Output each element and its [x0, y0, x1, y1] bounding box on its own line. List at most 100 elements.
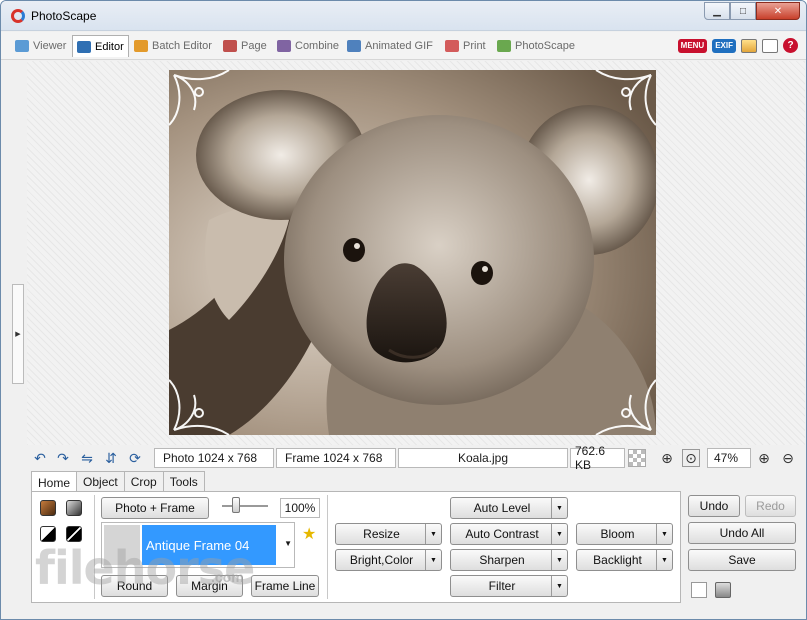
animated-gif-icon	[347, 40, 361, 52]
print-icon[interactable]	[715, 582, 731, 598]
photo-frame-button[interactable]: Photo + Frame	[101, 497, 209, 519]
tab-combine[interactable]: Combine	[273, 35, 343, 57]
close-button[interactable]: ✕	[756, 2, 800, 20]
chevron-down-icon[interactable]: ▼	[551, 524, 567, 544]
menu-button[interactable]: MENU	[677, 38, 708, 53]
frame-size-field: Frame 1024 x 768	[276, 448, 396, 468]
backlight-button[interactable]: Backlight ▼	[576, 549, 673, 571]
tab-editor[interactable]: Editor	[72, 35, 129, 57]
rotate-left-icon[interactable]: ↶	[31, 449, 49, 467]
filehorse-watermark: filehorse	[35, 541, 255, 595]
chevron-down-icon[interactable]: ▼	[425, 524, 441, 544]
photo-preview[interactable]	[169, 70, 656, 435]
combine-icon	[277, 40, 291, 52]
print-icon	[445, 40, 459, 52]
photo-size-field: Photo 1024 x 768	[154, 448, 274, 468]
zoom-level-field: 47%	[707, 448, 751, 468]
bloom-button[interactable]: Bloom ▼	[576, 523, 673, 545]
zoom-actual-icon[interactable]: ⊕	[658, 449, 676, 467]
frame-size-slider-thumb[interactable]	[232, 497, 240, 513]
chevron-down-icon[interactable]: ▼	[551, 576, 567, 596]
tab-crop[interactable]: Crop	[124, 471, 164, 492]
tab-label: Viewer	[33, 40, 67, 52]
chevron-down-icon[interactable]: ▼	[551, 498, 567, 518]
batch-editor-icon	[134, 40, 148, 52]
frame-percent-field[interactable]: 100%	[280, 498, 320, 518]
toolbar-icons: MENU EXIF ?	[677, 38, 798, 53]
new-document-icon[interactable]	[691, 582, 707, 598]
photoscape-window: PhotoScape ▁ □ ✕ Viewer Editor Batch Edi…	[0, 0, 807, 620]
maximize-button[interactable]: □	[730, 2, 756, 20]
filter-button[interactable]: Filter ▼	[450, 575, 568, 597]
editor-icon	[77, 40, 91, 53]
module-tab-bar: Viewer Editor Batch Editor Page Combine …	[1, 32, 806, 60]
title-bar: PhotoScape ▁ □ ✕	[1, 1, 806, 31]
help-icon[interactable]: ?	[783, 38, 798, 53]
undo-button[interactable]: Undo	[688, 495, 740, 517]
tab-print[interactable]: Print	[441, 35, 490, 57]
tab-object[interactable]: Object	[77, 471, 125, 492]
minimize-button[interactable]: ▁	[704, 2, 730, 20]
tab-label: Editor	[95, 40, 124, 53]
button-label: Auto Contrast	[465, 527, 539, 541]
tab-viewer[interactable]: Viewer	[11, 35, 70, 57]
tab-home[interactable]: Home	[31, 471, 78, 493]
resize-button[interactable]: Resize ▼	[335, 523, 442, 545]
chevron-down-icon[interactable]: ▼	[425, 550, 441, 570]
grayscale-preset-icon[interactable]	[66, 500, 82, 516]
negative-preset-icon[interactable]	[66, 526, 82, 542]
redo-button[interactable]: Redo	[745, 495, 796, 517]
window-title: PhotoScape	[31, 9, 97, 23]
button-label: Bright,Color	[349, 553, 414, 567]
tab-photoscape[interactable]: PhotoScape	[493, 35, 579, 57]
copy-icon[interactable]	[762, 38, 778, 53]
tab-tools[interactable]: Tools	[163, 471, 205, 492]
sidebar-collapse-handle[interactable]: ▶	[12, 284, 24, 384]
tab-animated-gif[interactable]: Animated GIF	[343, 35, 437, 57]
tab-label: PhotoScape	[515, 40, 575, 52]
tab-batch-editor[interactable]: Batch Editor	[130, 35, 216, 57]
frame-size-slider[interactable]	[222, 505, 268, 507]
black-white-preset-icon[interactable]	[40, 526, 56, 542]
chevron-down-icon[interactable]: ▼	[656, 550, 672, 570]
auto-level-button[interactable]: Auto Level ▼	[450, 497, 568, 519]
sharpen-button[interactable]: Sharpen ▼	[450, 549, 568, 571]
button-label: Backlight	[593, 553, 642, 567]
filehorse-watermark-suffix: .com	[211, 569, 244, 585]
tab-page[interactable]: Page	[219, 35, 271, 57]
button-label: Resize	[363, 527, 400, 541]
star-icon[interactable]: ★	[302, 524, 316, 544]
rotate-right-icon[interactable]: ↷	[54, 449, 72, 467]
zoom-out-icon[interactable]: ⊖	[779, 449, 797, 467]
chevron-down-icon: ▼	[284, 539, 292, 548]
viewer-icon	[15, 40, 29, 52]
frame-line-button[interactable]: Frame Line	[251, 575, 319, 597]
exif-button[interactable]: EXIF	[712, 38, 736, 53]
transparency-checker-icon	[628, 449, 646, 467]
photoscape-icon	[497, 40, 511, 52]
zoom-fit-icon[interactable]: ⊙	[682, 449, 700, 467]
filename-field: Koala.jpg	[398, 448, 568, 468]
film-strip-icon[interactable]	[741, 38, 757, 53]
tab-label: Print	[463, 40, 486, 52]
undo-all-button[interactable]: Undo All	[688, 522, 796, 544]
photoscape-logo-icon	[11, 9, 25, 23]
button-label: Auto Level	[473, 501, 531, 515]
page-icon	[223, 40, 237, 52]
bright-color-button[interactable]: Bright,Color ▼	[335, 549, 442, 571]
free-rotate-icon[interactable]: ⟳	[126, 449, 144, 467]
auto-contrast-button[interactable]: Auto Contrast ▼	[450, 523, 568, 545]
status-bar: ↶ ↷ ⇋ ⇵ ⟳ Photo 1024 x 768 Frame 1024 x …	[27, 444, 805, 472]
tab-label: Batch Editor	[152, 40, 212, 52]
sepia-preset-icon[interactable]	[40, 500, 56, 516]
flip-horizontal-icon[interactable]: ⇋	[78, 449, 96, 467]
button-label: Filter	[488, 579, 516, 593]
tab-label: Combine	[295, 40, 340, 52]
chevron-down-icon[interactable]: ▼	[551, 550, 567, 570]
chevron-down-icon[interactable]: ▼	[656, 524, 672, 544]
flip-vertical-icon[interactable]: ⇵	[102, 449, 120, 467]
zoom-in-icon[interactable]: ⊕	[755, 449, 773, 467]
tab-label: Animated GIF	[365, 40, 433, 52]
save-button[interactable]: Save	[688, 549, 796, 571]
filesize-field: 762.6 KB	[570, 444, 625, 472]
